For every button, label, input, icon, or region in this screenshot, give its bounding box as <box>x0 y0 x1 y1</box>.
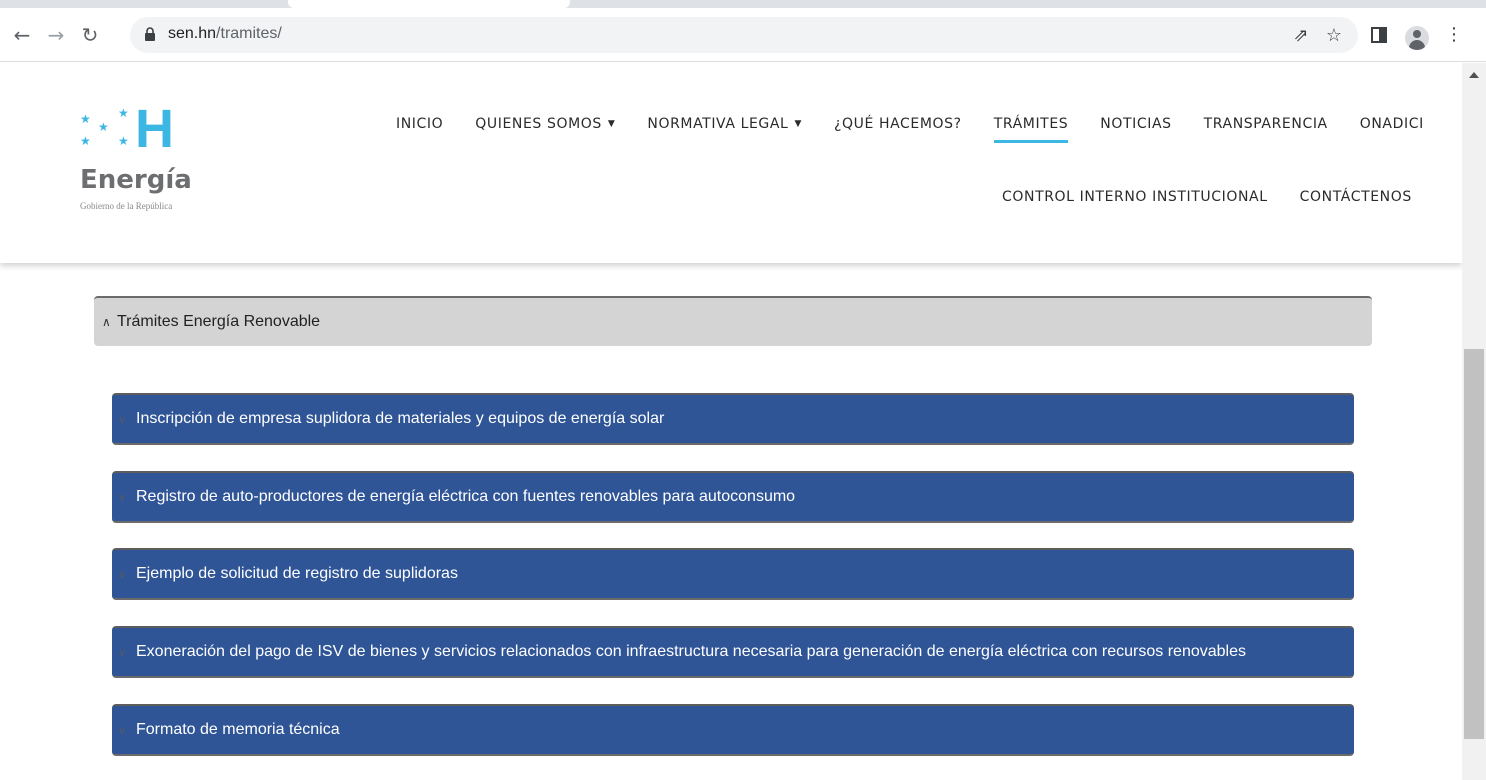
accordion-title: Trámites Energía Renovable <box>117 313 321 330</box>
chevron-up-icon: ∧ <box>102 315 111 329</box>
tab-strip <box>0 0 1486 8</box>
logo-mark: H <box>135 99 174 159</box>
profile-avatar-icon[interactable] <box>1405 26 1429 50</box>
nav-item-que-hacemos[interactable]: ¿QUÉ HACEMOS? <box>834 116 962 132</box>
site-logo[interactable]: ★ ★ ★ ★ ★ H Energía Gobierno de la Repúb… <box>80 99 200 235</box>
accordion-item-label: Exoneración del pago de ISV de bienes y … <box>136 643 1246 660</box>
chevron-down-icon: ∨ <box>118 413 127 426</box>
accordion-item-label: Registro de auto-productores de energía … <box>136 488 796 505</box>
accordion-item[interactable]: ∨ Registro de auto-productores de energí… <box>112 471 1354 523</box>
forward-arrow-icon[interactable]: → <box>42 21 70 49</box>
browser-toolbar: ← → ↻ sen.hn/tramites/ ⇗ ☆ ⋮ <box>0 8 1486 62</box>
nav-item-tramites[interactable]: TRÁMITES <box>993 116 1069 143</box>
accordion-item-label: Inscripción de empresa suplidora de mate… <box>136 410 665 427</box>
nav-item-contactenos[interactable]: CONTÁCTENOS <box>1300 189 1412 205</box>
lock-icon[interactable] <box>144 27 156 41</box>
stars-icon: ★ ★ ★ ★ ★ <box>80 106 129 148</box>
chevron-down-icon: ∨ <box>118 646 127 659</box>
accordion-header-energia-renovable[interactable]: ∧ Trámites Energía Renovable <box>94 296 1372 346</box>
chevron-down-icon: ∨ <box>118 491 127 504</box>
accordion-item[interactable]: ∨ Formato de memoria técnica <box>112 704 1354 756</box>
vertical-scrollbar[interactable] <box>1462 63 1486 780</box>
accordion-item-label: Ejemplo de solicitud de registro de supl… <box>136 565 458 582</box>
accordion-item-label: Formato de memoria técnica <box>136 721 340 738</box>
main-nav-row-2: CONTROL INTERNO INSTITUCIONAL CONTÁCTENO… <box>1002 189 1412 205</box>
accordion-item[interactable]: ∨ Exoneración del pago de ISV de bienes … <box>112 626 1354 678</box>
page-viewport: ★ ★ ★ ★ ★ H Energía Gobierno de la Repúb… <box>0 63 1462 780</box>
chevron-down-icon: ▼ <box>794 119 802 129</box>
accordion-item[interactable]: ∨ Ejemplo de solicitud de registro de su… <box>112 548 1354 600</box>
logo-brand: Energía <box>80 165 192 195</box>
side-panel-icon[interactable] <box>1365 21 1393 49</box>
nav-item-quienes-somos[interactable]: QUIENES SOMOS ▼ <box>475 116 615 132</box>
nav-item-inicio[interactable]: INICIO <box>396 116 443 132</box>
star-icon[interactable]: ☆ <box>1323 25 1345 47</box>
kebab-menu-icon[interactable]: ⋮ <box>1440 21 1468 49</box>
accordion-item[interactable]: ∨ Inscripción de empresa suplidora de ma… <box>112 393 1354 445</box>
address-bar[interactable]: sen.hn/tramites/ ⇗ ☆ <box>130 17 1358 53</box>
nav-item-noticias[interactable]: NOTICIAS <box>1100 116 1171 132</box>
active-tab[interactable] <box>288 0 570 8</box>
back-arrow-icon[interactable]: ← <box>8 21 36 49</box>
chevron-down-icon: ∨ <box>118 568 127 581</box>
nav-item-transparencia[interactable]: TRANSPARENCIA <box>1204 116 1328 132</box>
url-path: /tramites/ <box>216 25 282 42</box>
main-nav-row-1: INICIO QUIENES SOMOS ▼ NORMATIVA LEGAL ▼ ¿… <box>396 116 1424 143</box>
nav-item-onadici[interactable]: ONADICI <box>1360 116 1424 132</box>
nav-item-control-interno[interactable]: CONTROL INTERNO INSTITUCIONAL <box>1002 189 1268 205</box>
scroll-up-arrow-icon[interactable] <box>1469 72 1479 78</box>
url-text[interactable]: sen.hn/tramites/ <box>168 25 282 43</box>
url-host: sen.hn <box>168 25 217 42</box>
nav-item-normativa-legal[interactable]: NORMATIVA LEGAL ▼ <box>647 116 802 132</box>
site-header: ★ ★ ★ ★ ★ H Energía Gobierno de la Repúb… <box>0 63 1462 263</box>
share-icon[interactable]: ⇗ <box>1290 25 1312 47</box>
scrollbar-thumb[interactable] <box>1464 349 1484 739</box>
chevron-down-icon: ∨ <box>118 724 127 737</box>
reload-icon[interactable]: ↻ <box>76 21 104 49</box>
chevron-down-icon: ▼ <box>607 119 616 129</box>
logo-subtitle: Gobierno de la República <box>80 201 173 211</box>
